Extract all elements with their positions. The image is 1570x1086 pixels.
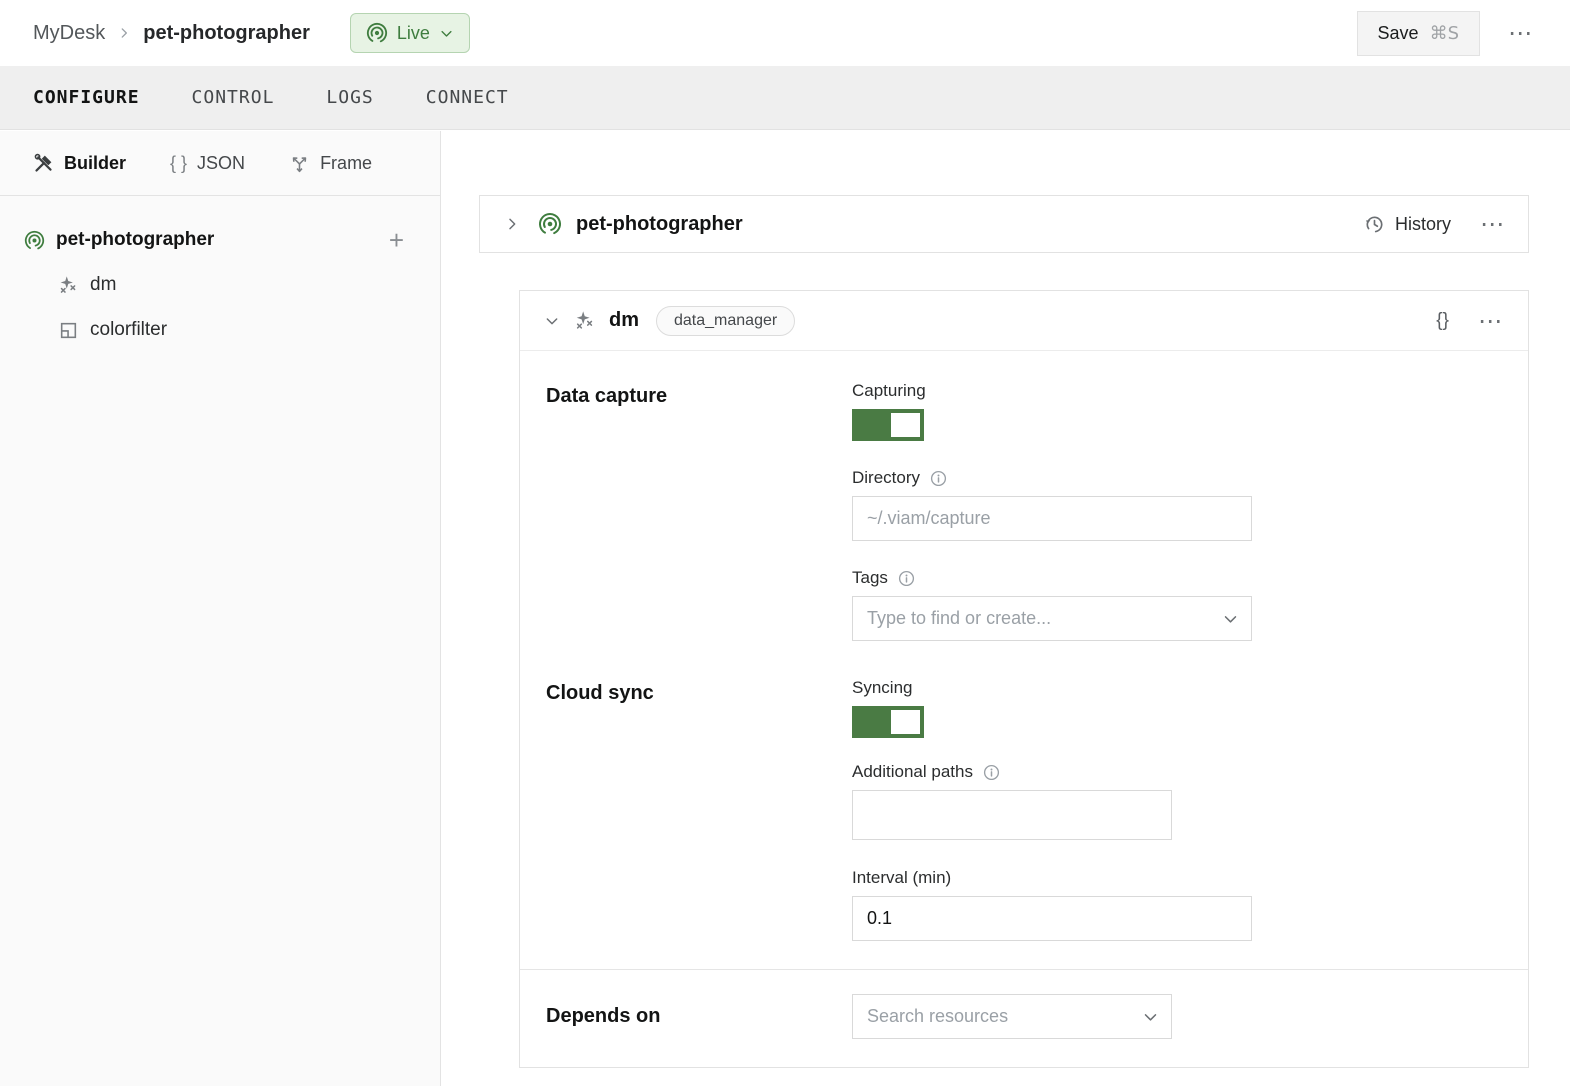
interval-label: Interval (min) [852, 868, 951, 888]
chevron-down-icon [439, 26, 454, 41]
machine-live-icon [366, 22, 388, 44]
capturing-toggle[interactable] [852, 409, 924, 441]
info-icon[interactable] [897, 569, 916, 588]
header-overflow-menu-icon[interactable]: ⋯ [1508, 21, 1534, 45]
breadcrumb: MyDesk pet-photographer [33, 22, 310, 45]
capturing-label: Capturing [852, 381, 926, 401]
depends-on-select-input[interactable] [852, 994, 1172, 1039]
frame-axes-icon [289, 153, 310, 174]
machine-icon [538, 212, 562, 236]
mode-tab-json-label: JSON [197, 153, 245, 174]
depends-on-section: Depends on [520, 970, 1528, 1067]
additional-paths-textarea[interactable] [852, 790, 1172, 840]
directory-input[interactable] [852, 496, 1252, 541]
app-header: MyDesk pet-photographer Live Save ⌘S ⋯ [0, 0, 1570, 66]
sparkle-service-icon [574, 310, 596, 332]
machine-icon [24, 230, 45, 251]
history-button[interactable]: History [1364, 214, 1451, 235]
dm-card-header: dm data_manager {} ⋯ [520, 291, 1528, 351]
mode-tab-builder[interactable]: Builder [33, 153, 126, 174]
colorfilter-transform-icon [58, 320, 79, 341]
expand-machine-chevron-icon[interactable] [504, 216, 520, 232]
dm-service-card: dm data_manager {} ⋯ Data capture Captur… [519, 290, 1529, 1068]
dm-card-menu-icon[interactable]: ⋯ [1478, 309, 1504, 333]
tab-connect[interactable]: CONNECT [426, 87, 509, 108]
chevron-right-icon [117, 26, 131, 40]
config-sidebar: Builder { } JSON Frame pet-photographer … [0, 131, 441, 1086]
dm-card-title: dm [609, 309, 639, 332]
tags-label: Tags [852, 568, 888, 588]
tree-dm-label: dm [90, 274, 116, 296]
add-resource-button[interactable]: + [389, 227, 404, 253]
tags-select-input[interactable] [852, 596, 1252, 641]
machine-card: pet-photographer History ⋯ [479, 195, 1529, 253]
interval-input[interactable] [852, 896, 1252, 941]
resource-tree: pet-photographer + dm colorfilter [0, 196, 440, 347]
sidebar-mode-tabs: Builder { } JSON Frame [0, 131, 440, 196]
save-button[interactable]: Save ⌘S [1357, 11, 1480, 56]
data-capture-title: Data capture [546, 381, 852, 641]
cloud-sync-section: Cloud sync Syncing Additional paths [520, 641, 1528, 941]
nav-tabbar: CONFIGURE CONTROL LOGS CONNECT [0, 66, 1570, 130]
builder-tools-icon [33, 153, 54, 174]
history-clock-icon [1364, 214, 1385, 235]
breadcrumb-parent-link[interactable]: MyDesk [33, 22, 105, 45]
breadcrumb-current: pet-photographer [143, 22, 310, 45]
collapse-dm-chevron-icon[interactable] [544, 313, 560, 329]
data-capture-section: Data capture Capturing Directory [520, 351, 1528, 641]
mode-tab-frame[interactable]: Frame [289, 153, 372, 174]
info-icon[interactable] [929, 469, 948, 488]
save-shortcut-hint: ⌘S [1430, 23, 1459, 44]
live-status-dropdown[interactable]: Live [350, 13, 470, 53]
additional-paths-label: Additional paths [852, 762, 973, 782]
machine-card-title: pet-photographer [576, 213, 743, 236]
depends-on-title: Depends on [546, 994, 852, 1039]
machine-card-menu-icon[interactable]: ⋯ [1480, 212, 1506, 236]
live-status-label: Live [397, 23, 430, 44]
cloud-sync-title: Cloud sync [546, 678, 852, 941]
directory-label: Directory [852, 468, 920, 488]
service-type-badge: data_manager [656, 306, 795, 336]
sparkle-service-icon [58, 275, 79, 296]
main-content: pet-photographer History ⋯ dm data_manag… [441, 131, 1570, 1086]
tree-machine-label: pet-photographer [56, 229, 214, 251]
tree-colorfilter-label: colorfilter [90, 319, 167, 341]
syncing-toggle[interactable] [852, 706, 924, 738]
mode-tab-json[interactable]: { } JSON [170, 153, 245, 174]
tree-item-machine[interactable]: pet-photographer + [0, 223, 440, 257]
tab-configure[interactable]: CONFIGURE [33, 87, 140, 108]
dm-json-braces-icon[interactable]: {} [1436, 310, 1449, 332]
braces-icon: { } [170, 153, 187, 174]
mode-tab-frame-label: Frame [320, 153, 372, 174]
tree-item-dm[interactable]: dm [0, 268, 440, 302]
mode-tab-builder-label: Builder [64, 153, 126, 174]
tree-item-colorfilter[interactable]: colorfilter [0, 313, 440, 347]
history-label: History [1395, 214, 1451, 235]
tab-logs[interactable]: LOGS [326, 87, 373, 108]
tab-control[interactable]: CONTROL [192, 87, 275, 108]
info-icon[interactable] [982, 763, 1001, 782]
save-button-label: Save [1378, 23, 1419, 44]
syncing-label: Syncing [852, 678, 912, 698]
